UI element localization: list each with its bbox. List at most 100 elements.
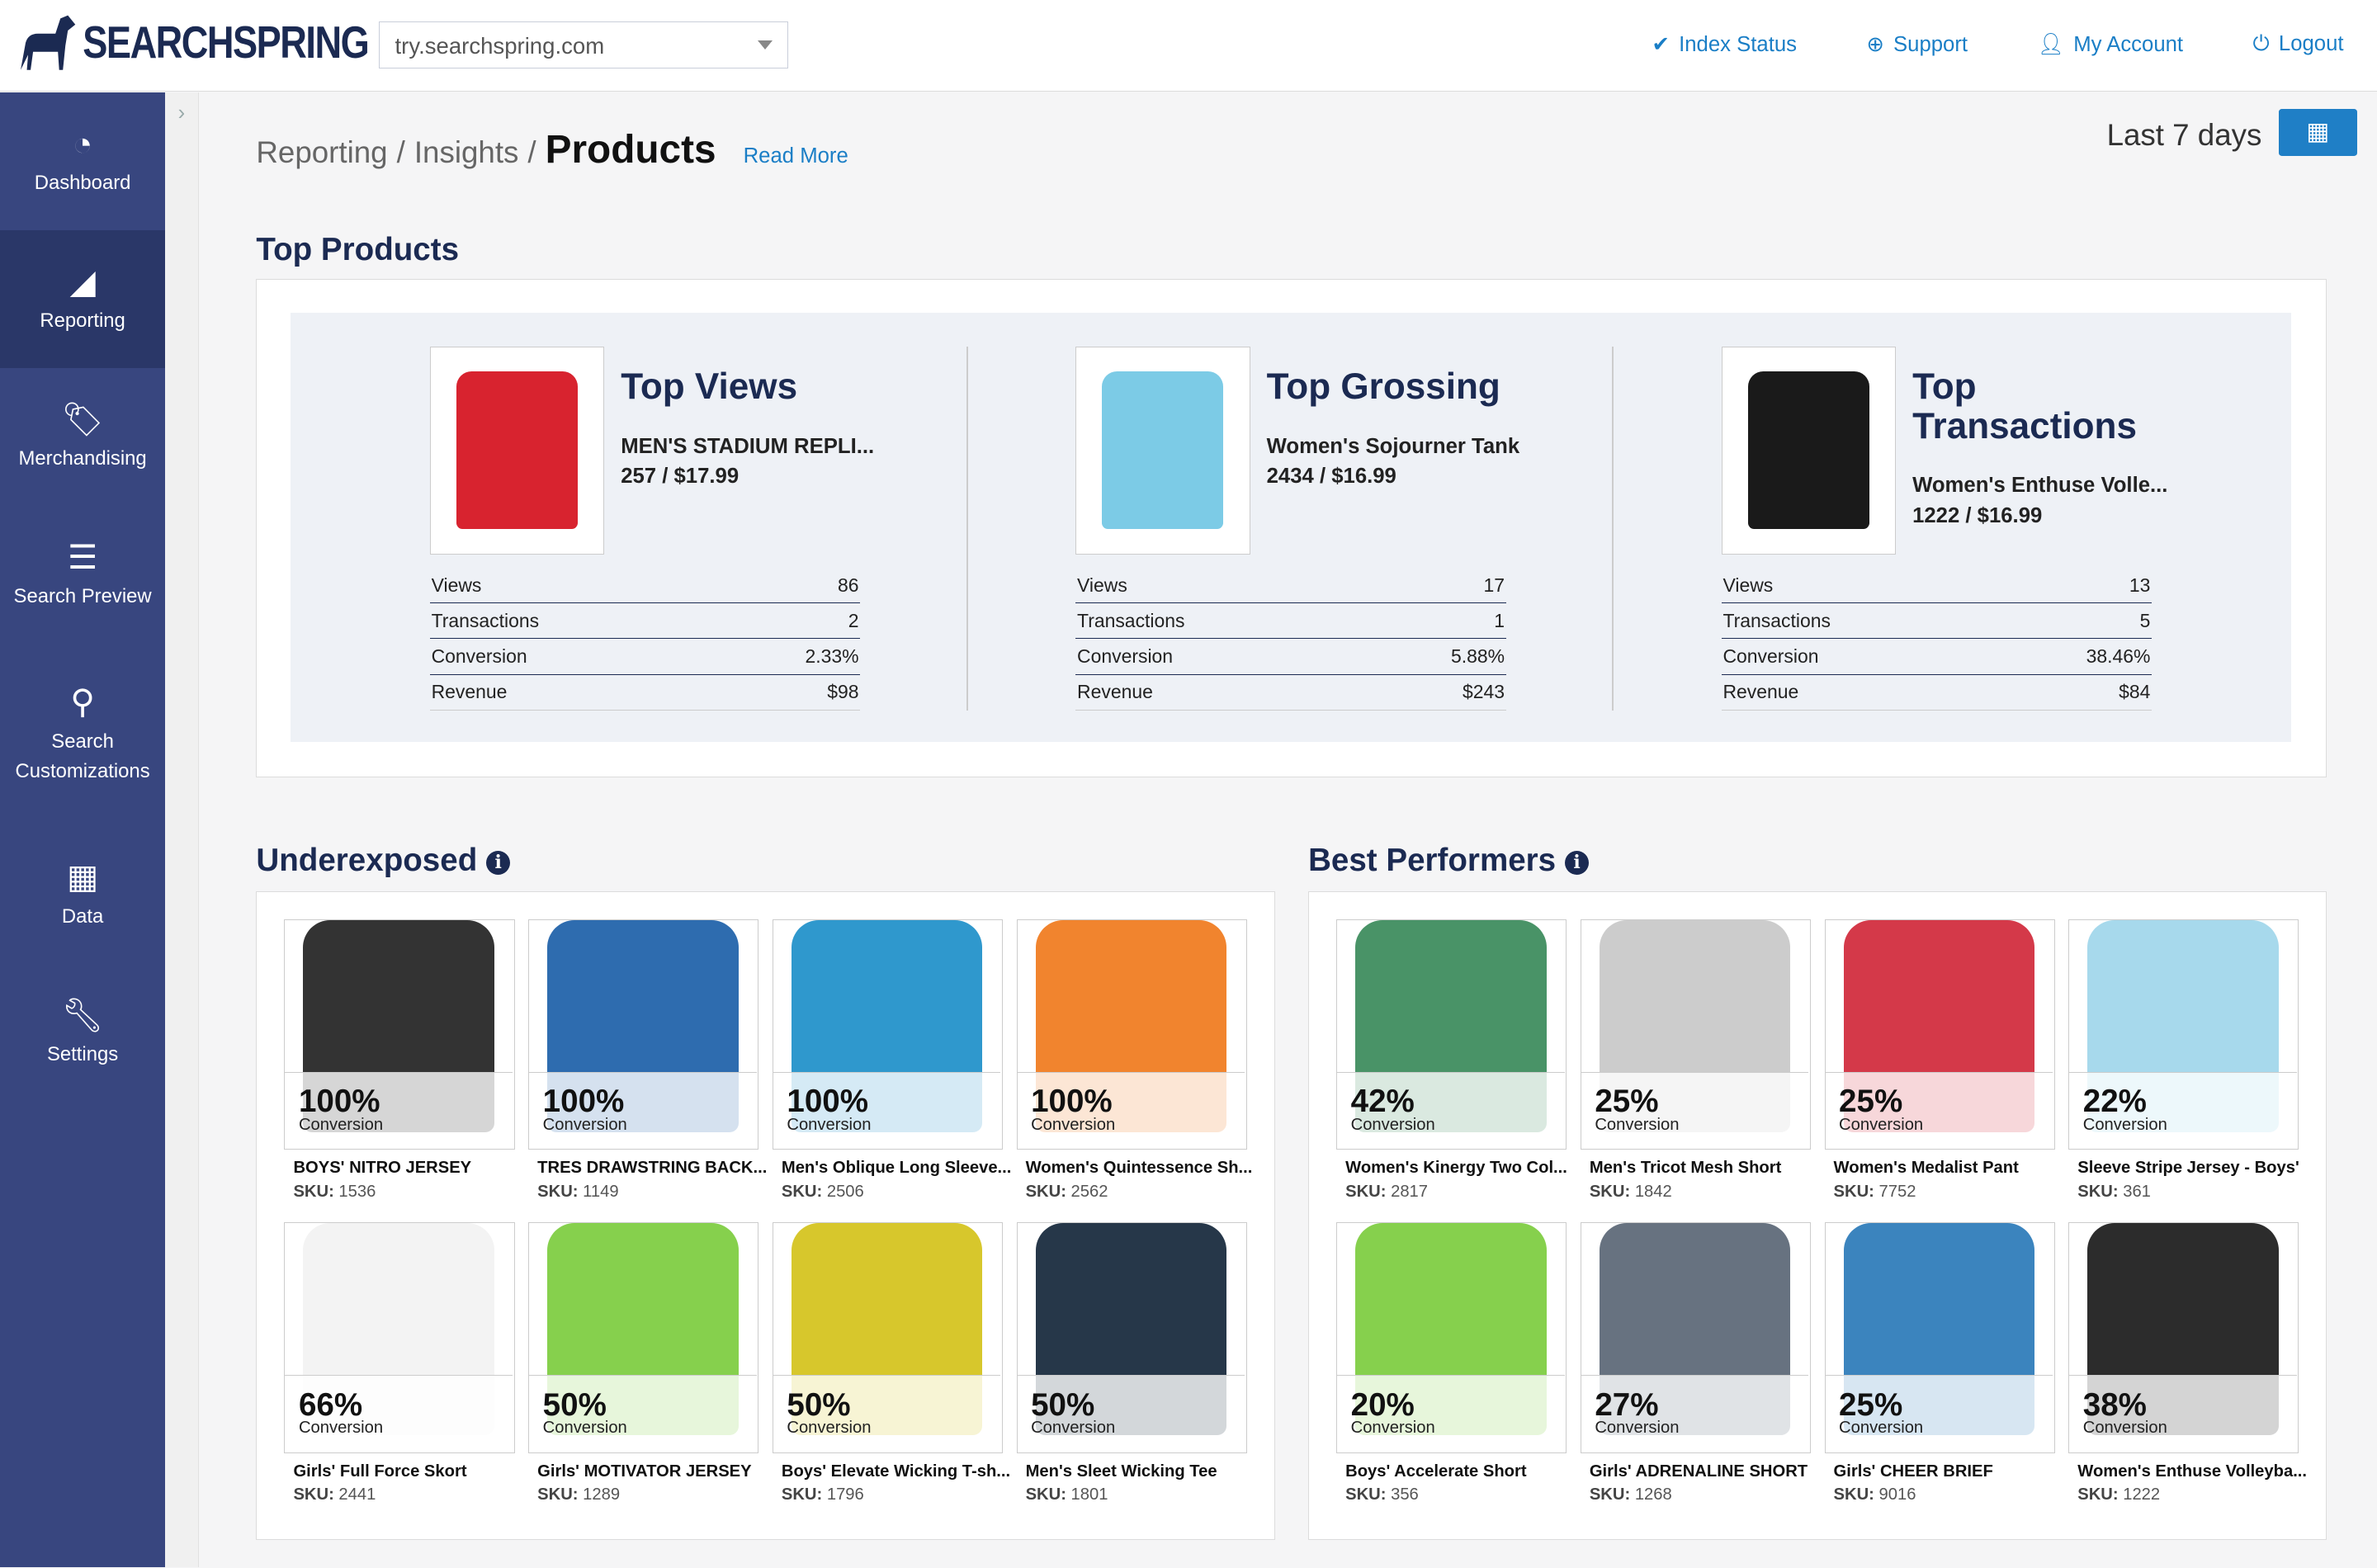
product-card[interactable]: 100% Conversion Women's Quintessence Sh...…	[1016, 919, 1253, 1202]
site-select[interactable]: try.searchspring.com	[379, 21, 789, 68]
sidebar: ◔ Dashboard ◢ Reporting 🏷︎ Merchandising ☰ S…	[0, 92, 166, 1568]
list-icon: ☰	[67, 537, 98, 576]
product-card[interactable]: 50% Conversion Boys' Elevate Wicking T-sh.…	[772, 1222, 1010, 1504]
product-card[interactable]: 42% Conversion Women's Kinergy Two Col... S…	[1336, 919, 1567, 1202]
conversion-label: Conversion	[787, 1115, 872, 1134]
product-name[interactable]: Women's Enthuse Volleyba...	[2068, 1462, 2307, 1481]
date-picker-button[interactable]: ▦	[2278, 109, 2358, 157]
product-card[interactable]: 66% Conversion Girls' Full Force Skort SKU:…	[284, 1222, 515, 1504]
product-image[interactable]	[1075, 346, 1250, 555]
power-icon: ⏻	[2252, 31, 2270, 55]
product-name[interactable]: Women's Medalist Pant	[1825, 1159, 2055, 1178]
product-name[interactable]: Girls' Full Force Skort	[284, 1462, 514, 1481]
product-card[interactable]: 20% Conversion Boys' Accelerate Short SKU: …	[1336, 1222, 1567, 1504]
product-image-box[interactable]: 100% Conversion	[528, 919, 759, 1150]
product-image-box[interactable]: 100% Conversion	[772, 919, 1004, 1150]
breadcrumb-insights[interactable]: Insights	[414, 135, 519, 170]
product-image-box[interactable]: 42% Conversion	[1336, 919, 1567, 1150]
product-image-box[interactable]: 66% Conversion	[284, 1222, 515, 1453]
product-image[interactable]	[429, 346, 605, 555]
product-image-box[interactable]: 50% Conversion	[1016, 1222, 1247, 1453]
product-image-box[interactable]: 22% Conversion	[2068, 919, 2299, 1150]
sidebar-item-reporting[interactable]: ◢ Reporting	[0, 230, 166, 369]
sku-value: 361	[2123, 1182, 2151, 1201]
product-sku: SKU: 1222	[2068, 1485, 2299, 1504]
product-stats: 2434 / $16.99	[1266, 465, 1396, 489]
product-name[interactable]: Boys' Elevate Wicking T-sh...	[773, 1462, 1010, 1481]
sidebar-item-data[interactable]: ▦ Data	[0, 826, 165, 964]
top-product-text: Top Transactions Women's Enthuse Volle...…	[1912, 367, 2170, 531]
product-name[interactable]: Women's Enthuse Volle...	[1912, 470, 2170, 501]
product-image-box[interactable]: 25% Conversion	[1824, 919, 2055, 1150]
product-name[interactable]: Girls' CHEER BRIEF	[1825, 1462, 2055, 1481]
sidebar-toggle[interactable]: ›	[165, 92, 199, 1568]
product-name[interactable]: Men's Oblique Long Sleeve...	[773, 1159, 1012, 1178]
product-card[interactable]: 100% Conversion Men's Oblique Long Sleeve.…	[772, 919, 1012, 1202]
searchspring-logo[interactable]: SEARCHSPRING	[18, 12, 370, 73]
sidebar-item-search-preview[interactable]: ☰ Search Preview	[0, 506, 165, 644]
product-image-box[interactable]: 20% Conversion	[1336, 1222, 1567, 1453]
product-name[interactable]: Men's Sleet Wicking Tee	[1017, 1462, 1247, 1481]
product-image[interactable]	[1721, 346, 1897, 555]
product-image-box[interactable]: 100% Conversion	[284, 919, 515, 1150]
dog-logo-icon	[21, 15, 76, 70]
sidebar-item-search-customizations[interactable]: ⚲ Search Customizations	[0, 645, 165, 826]
conversion-percent: 22%	[2082, 1084, 2147, 1120]
product-name[interactable]: Sleeve Stripe Jersey - Boys'	[2068, 1159, 2299, 1178]
product-card[interactable]: 22% Conversion Sleeve Stripe Jersey - Boys…	[2068, 919, 2299, 1202]
product-name[interactable]: Girls' ADRENALINE SHORT	[1581, 1462, 1811, 1481]
product-image-box[interactable]: 50% Conversion	[528, 1222, 759, 1453]
product-card[interactable]: 50% Conversion Girls' MOTIVATOR JERSEY SKU:…	[528, 1222, 759, 1504]
product-sku: SKU: 1268	[1581, 1485, 1811, 1504]
conversion-label: Conversion	[1839, 1419, 1924, 1438]
sidebar-item-settings[interactable]: 🔧︎ Settings	[0, 964, 165, 1102]
product-card[interactable]: 50% Conversion Men's Sleet Wicking Tee SKU:…	[1016, 1222, 1247, 1504]
product-sku: SKU: 2441	[284, 1485, 514, 1504]
underexposed-heading: Underexposed i	[256, 843, 511, 879]
conversion-percent: 42%	[1350, 1084, 1415, 1120]
product-card[interactable]: 25% Conversion Men's Tricot Mesh Short SKU:…	[1580, 919, 1811, 1202]
product-image-box[interactable]: 100% Conversion	[1016, 919, 1247, 1150]
metric-label: Conversion	[1075, 638, 1361, 675]
product-name[interactable]: TRES DRAWSTRING BACK...	[528, 1159, 767, 1178]
product-sku: SKU: 7752	[1825, 1183, 2055, 1202]
product-card[interactable]: 25% Conversion Girls' CHEER BRIEF SKU: 9016	[1824, 1222, 2055, 1504]
product-name[interactable]: BOYS' NITRO JERSEY	[284, 1159, 514, 1178]
support-link[interactable]: ⊕ Support	[1866, 32, 1968, 57]
product-name[interactable]: Girls' MOTIVATOR JERSEY	[528, 1462, 758, 1481]
read-more-link[interactable]: Read More	[744, 144, 848, 168]
my-account-link[interactable]: 👤︎ My Account	[2038, 32, 2184, 57]
product-image-box[interactable]: 38% Conversion	[2068, 1222, 2299, 1453]
product-name[interactable]: Women's Sojourner Tank	[1267, 432, 1524, 462]
lifebuoy-icon: ⊕	[1866, 32, 1885, 56]
product-sku: SKU: 2506	[773, 1183, 1003, 1202]
info-icon[interactable]: i	[485, 850, 511, 875]
product-card[interactable]: 27% Conversion Girls' ADRENALINE SHORT SKU:…	[1580, 1222, 1811, 1504]
conversion-label: Conversion	[2082, 1115, 2167, 1134]
sku-value: 1801	[1070, 1485, 1108, 1504]
metric-row: Transactions 2	[429, 602, 861, 640]
product-card[interactable]: 38% Conversion Women's Enthuse Volleyba...…	[2068, 1222, 2307, 1504]
product-card[interactable]: 100% Conversion TRES DRAWSTRING BACK... SKU…	[528, 919, 767, 1202]
product-name[interactable]: Boys' Accelerate Short	[1336, 1462, 1567, 1481]
logout-link[interactable]: ⏻ Logout	[2253, 32, 2344, 57]
product-card[interactable]: 25% Conversion Women's Medalist Pant SKU: 7…	[1824, 919, 2055, 1202]
sku-label: SKU:	[2077, 1485, 2119, 1504]
sidebar-item-dashboard[interactable]: ◔ Dashboard	[0, 92, 165, 230]
product-image-box[interactable]: 25% Conversion	[1580, 919, 1811, 1150]
sku-label: SKU:	[1589, 1485, 1631, 1504]
product-image-box[interactable]: 50% Conversion	[772, 1222, 1004, 1453]
breadcrumb-reporting[interactable]: Reporting	[256, 135, 387, 170]
product-name[interactable]: MEN'S STADIUM REPLI...	[621, 432, 878, 462]
index-status-link[interactable]: ✔ Index Status	[1652, 32, 1797, 57]
product-image-box[interactable]: 27% Conversion	[1580, 1222, 1811, 1453]
product-image-box[interactable]: 25% Conversion	[1824, 1222, 2055, 1453]
product-sku: SKU: 1796	[773, 1485, 1003, 1504]
product-name[interactable]: Women's Quintessence Sh...	[1017, 1159, 1253, 1178]
info-icon[interactable]: i	[1564, 850, 1590, 875]
product-name[interactable]: Women's Kinergy Two Col...	[1336, 1159, 1567, 1178]
product-name[interactable]: Men's Tricot Mesh Short	[1581, 1159, 1811, 1178]
product-card[interactable]: 100% Conversion BOYS' NITRO JERSEY SKU: 153…	[284, 919, 515, 1202]
metric-row: Conversion 2.33%	[429, 638, 861, 675]
sidebar-item-merchandising[interactable]: 🏷︎ Merchandising	[0, 368, 165, 506]
